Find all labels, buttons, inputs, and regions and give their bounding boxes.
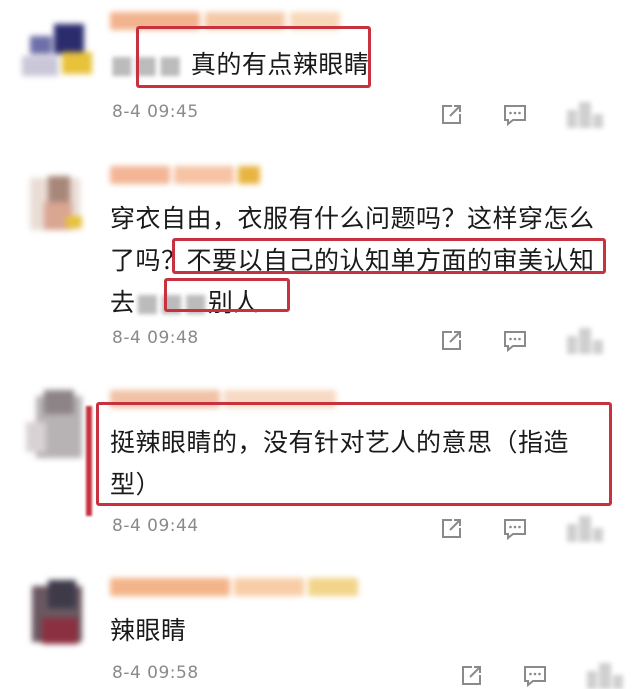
comment-line: 挺辣眼睛的，没有针对艺人的意思（指造 [110, 428, 570, 457]
comment-item: ■■■ 真的有点辣眼睛 8-4 09:45 [0, 0, 641, 150]
comment-icon[interactable] [502, 516, 528, 542]
timestamp: 8-4 09:44 [112, 516, 199, 536]
username-redacted[interactable] [110, 578, 360, 596]
comment-line: 去 [110, 288, 136, 317]
redacted-text: ■■■ [135, 288, 208, 317]
comment-meta: 8-4 09:44 [110, 516, 630, 542]
comment-line: 真的有点辣眼睛 [190, 50, 370, 79]
comment-text: 辣眼睛 [110, 610, 625, 652]
share-icon[interactable] [438, 516, 464, 542]
username-redacted[interactable] [110, 12, 350, 30]
username-redacted[interactable] [110, 166, 260, 184]
comment-icon[interactable] [502, 328, 528, 354]
comment-item: 辣眼睛 8-4 09:58 [0, 560, 641, 689]
avatar[interactable] [22, 580, 100, 652]
comment-line: 别人 [207, 288, 259, 317]
like-icon[interactable] [565, 516, 605, 542]
comment-feed: ■■■ 真的有点辣眼睛 8-4 09:45 穿衣自由，衣服有什么问题吗？这样穿怎… [0, 0, 641, 689]
avatar[interactable] [22, 14, 100, 86]
comment-meta: 8-4 09:45 [110, 102, 630, 128]
comment-line: 了吗？不要以自己的认知单方面的审美认知 [110, 246, 595, 275]
comment-meta: 8-4 09:58 [110, 663, 630, 689]
comment-meta: 8-4 09:48 [110, 328, 630, 354]
comment-line: 型） [110, 470, 162, 499]
comment-icon[interactable] [522, 663, 548, 689]
share-icon[interactable] [438, 102, 464, 128]
timestamp: 8-4 09:45 [112, 102, 199, 122]
share-icon[interactable] [438, 328, 464, 354]
comment-text: 挺辣眼睛的，没有针对艺人的意思（指造 型） [110, 422, 625, 506]
comment-line: 辣眼睛 [110, 616, 187, 645]
like-icon[interactable] [585, 663, 625, 689]
avatar[interactable] [22, 168, 100, 240]
like-icon[interactable] [565, 102, 605, 128]
comment-line: 穿衣自由，衣服有什么问题吗？这样穿怎么 [110, 204, 595, 233]
timestamp: 8-4 09:58 [112, 663, 199, 683]
comment-item: 穿衣自由，衣服有什么问题吗？这样穿怎么 了吗？不要以自己的认知单方面的审美认知 … [0, 150, 641, 380]
share-icon[interactable] [458, 663, 484, 689]
timestamp: 8-4 09:48 [112, 328, 199, 348]
comment-line-group: 去■■■别人 [110, 282, 625, 324]
comment-text: 穿衣自由，衣服有什么问题吗？这样穿怎么 了吗？不要以自己的认知单方面的审美认知 … [110, 198, 625, 324]
comment-icon[interactable] [502, 102, 528, 128]
comment-item: 挺辣眼睛的，没有针对艺人的意思（指造 型） 8-4 09:44 [0, 380, 641, 555]
username-redacted[interactable] [110, 390, 340, 408]
comment-text: ■■■ 真的有点辣眼睛 [110, 44, 625, 86]
like-icon[interactable] [565, 328, 605, 354]
redacted-text: ■■■ [110, 50, 183, 79]
highlight-marker [86, 406, 92, 516]
